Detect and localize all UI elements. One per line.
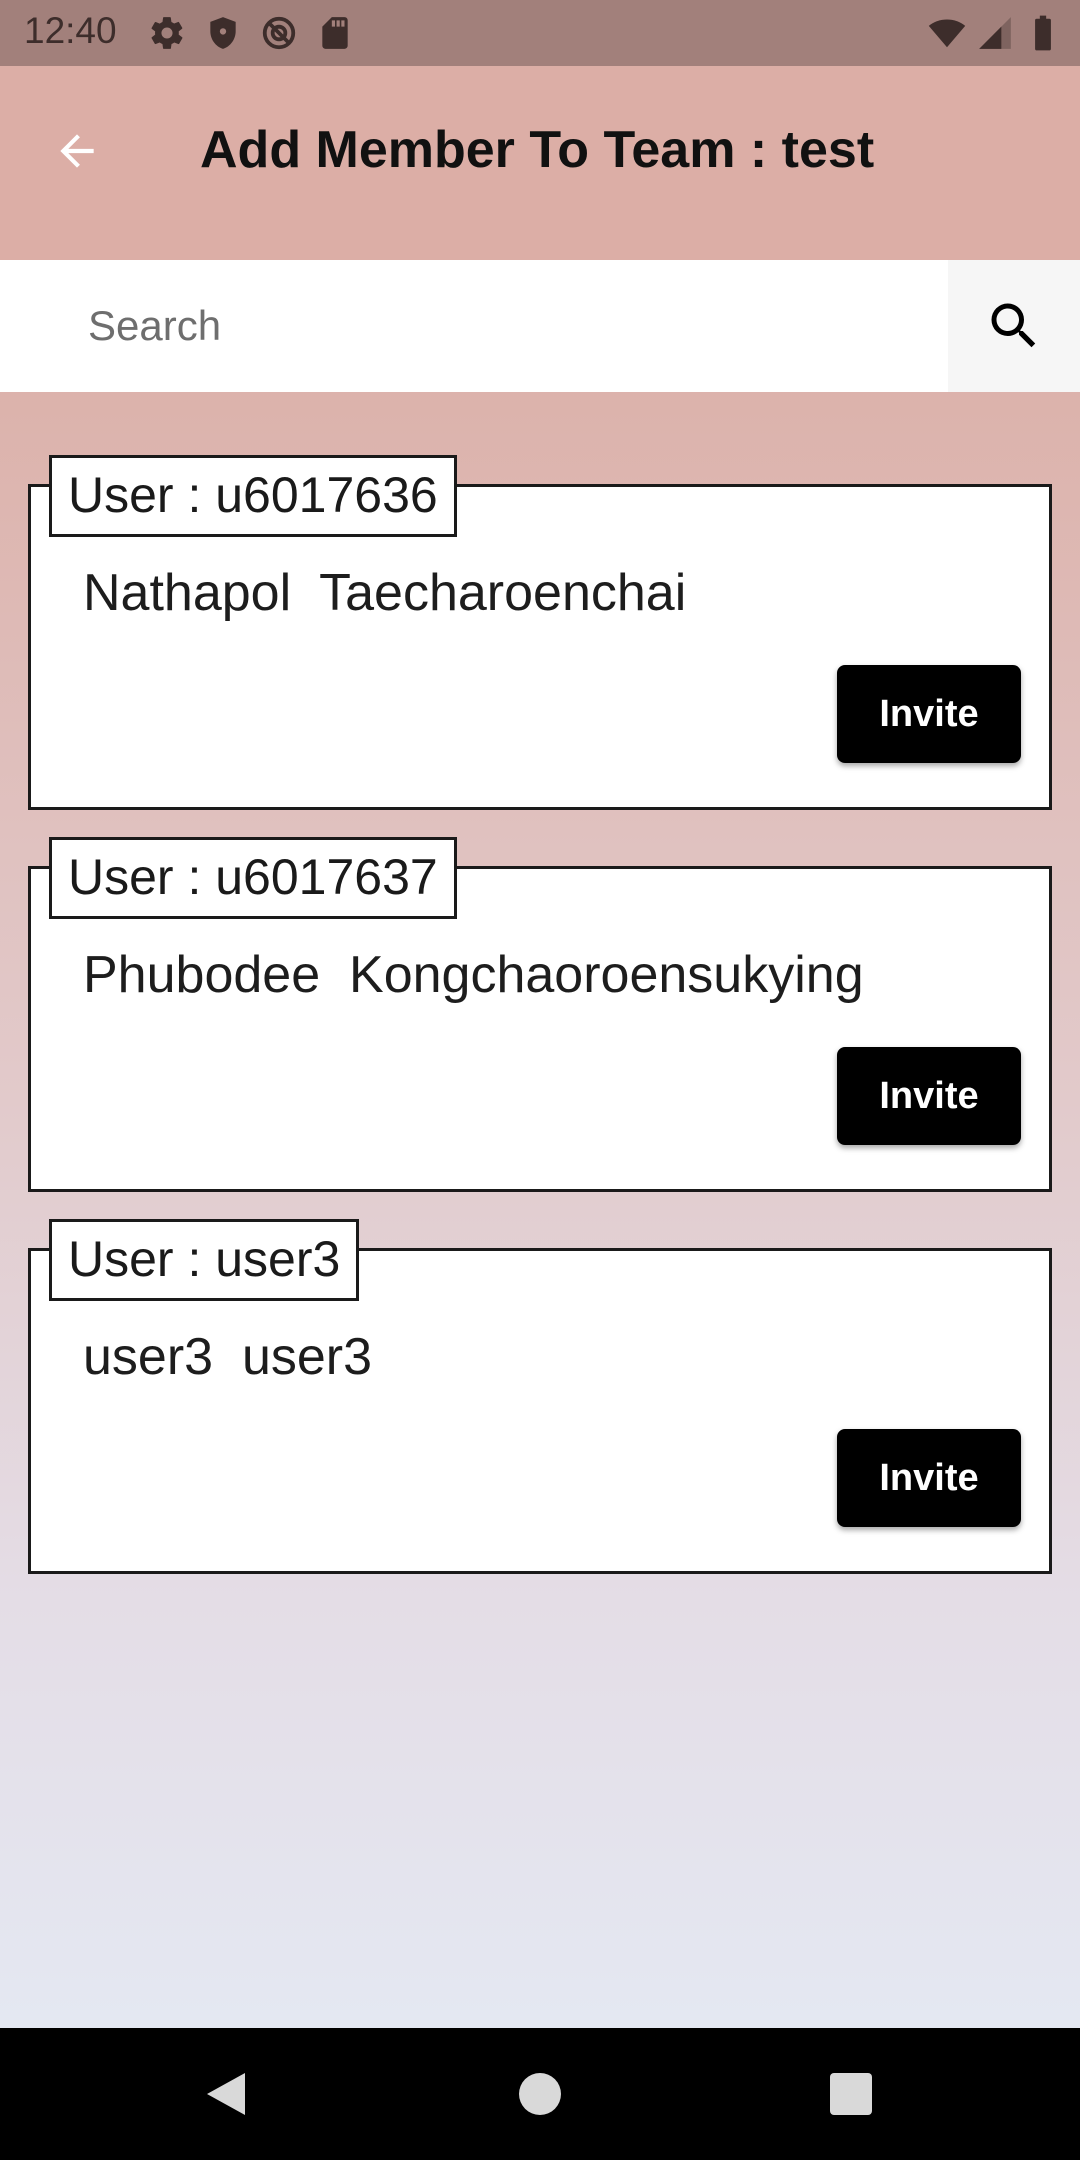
user-id-label: User : u6017636 <box>49 455 457 537</box>
nav-recents-button[interactable] <box>821 2064 881 2124</box>
status-time: 12:40 <box>24 10 117 51</box>
shield-icon <box>210 17 236 49</box>
battery-icon <box>1035 15 1051 51</box>
nav-back-button[interactable] <box>196 2064 256 2124</box>
user-full-name: Phubodee Kongchaoroensukying <box>83 946 864 1004</box>
status-bar: 12:40 <box>0 0 1080 66</box>
home-nav-icon <box>519 2073 561 2115</box>
nav-home-button[interactable] <box>510 2064 570 2124</box>
back-nav-icon <box>207 2073 245 2115</box>
signal-icon <box>979 17 1011 49</box>
settings-icon <box>151 17 183 49</box>
search-button[interactable] <box>948 260 1080 392</box>
user-card: User : u6017637 Phubodee Kongchaoroensuk… <box>28 837 1052 1192</box>
back-button[interactable] <box>40 114 114 188</box>
data-saver-icon <box>262 16 296 50</box>
invite-button[interactable]: Invite <box>837 665 1021 763</box>
system-nav-bar <box>0 2028 1080 2160</box>
user-full-name: user3 user3 <box>83 1328 373 1386</box>
arrow-back-icon <box>60 134 94 168</box>
app-bar: Add Member To Team : test <box>0 66 1080 260</box>
wifi-icon <box>928 19 966 48</box>
user-id-label: User : user3 <box>49 1219 360 1301</box>
user-card: User : u6017636 Nathapol Taecharoenchai … <box>28 455 1052 810</box>
page-title: Add Member To Team : test <box>200 121 875 179</box>
user-full-name: Nathapol Taecharoenchai <box>83 564 687 622</box>
status-icons-right <box>928 14 1062 52</box>
user-id-label: User : u6017637 <box>49 837 457 919</box>
user-card: User : user3 user3 user3 Invite <box>28 1219 1052 1574</box>
invite-button[interactable]: Invite <box>837 1047 1021 1145</box>
search-bar <box>0 260 1080 392</box>
search-icon <box>991 303 1036 348</box>
search-input[interactable] <box>0 260 948 392</box>
invite-button[interactable]: Invite <box>837 1429 1021 1527</box>
status-icons-left <box>148 14 354 52</box>
recents-nav-icon <box>830 2073 872 2115</box>
sd-card-icon <box>322 17 348 49</box>
